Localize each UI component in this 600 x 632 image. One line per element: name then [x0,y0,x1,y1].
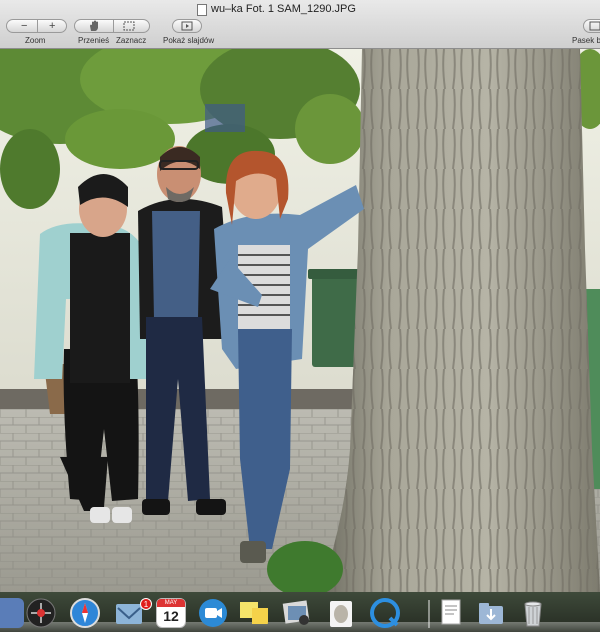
quicktime-icon[interactable] [370,598,400,628]
trash-icon[interactable] [518,598,548,628]
toolbar-divider [113,20,114,32]
mail-unread-badge: 1 [140,598,152,610]
document-icon [197,4,207,16]
blue-sign [205,104,245,132]
dock-separator [428,600,430,628]
slideshow-button[interactable] [172,19,202,33]
hand-move-icon[interactable] [87,20,101,32]
select-label: Zaznacz [116,36,147,45]
selection-icon[interactable] [123,21,135,31]
zoom-control[interactable]: − + [6,19,67,33]
calendar-icon[interactable]: MAY 12 [156,598,186,628]
zoom-label: Zoom [25,36,46,45]
zoom-out-icon[interactable]: − [21,19,27,33]
finder-icon[interactable] [0,598,24,628]
safari-compass-icon[interactable] [70,598,100,628]
photo-canvas[interactable] [0,49,600,592]
toolbar-divider [37,20,38,32]
calendar-month: MAY [157,599,185,607]
slideshow-label: Pokaż slajdów [163,36,215,45]
dashboard-icon[interactable] [26,598,56,628]
preview-icon[interactable] [326,598,356,628]
move-select-control[interactable] [74,19,150,33]
sidebar-icon [589,21,600,31]
move-label: Przenieś [78,36,110,45]
photo-image [0,49,600,592]
sidebar-label: Pasek b [572,36,600,45]
dock: MAY 12 [0,592,600,632]
calendar-day: 12 [163,608,179,624]
downloads-folder-icon[interactable] [476,598,506,628]
document-stack-icon[interactable] [436,598,466,628]
stickies-notes-icon[interactable] [238,598,268,628]
zoom-in-icon[interactable]: + [49,19,55,33]
slideshow-icon [181,21,193,31]
bark-texture [320,49,600,592]
photo-browser-icon[interactable] [282,598,312,628]
window-title: wu–ka Fot. 1 SAM_1290.JPG [211,3,356,15]
facetime-camera-icon[interactable] [198,598,228,628]
sidebar-button[interactable] [583,19,600,33]
window-toolbar: wu–ka Fot. 1 SAM_1290.JPG − + Zoom Przen… [0,0,600,49]
